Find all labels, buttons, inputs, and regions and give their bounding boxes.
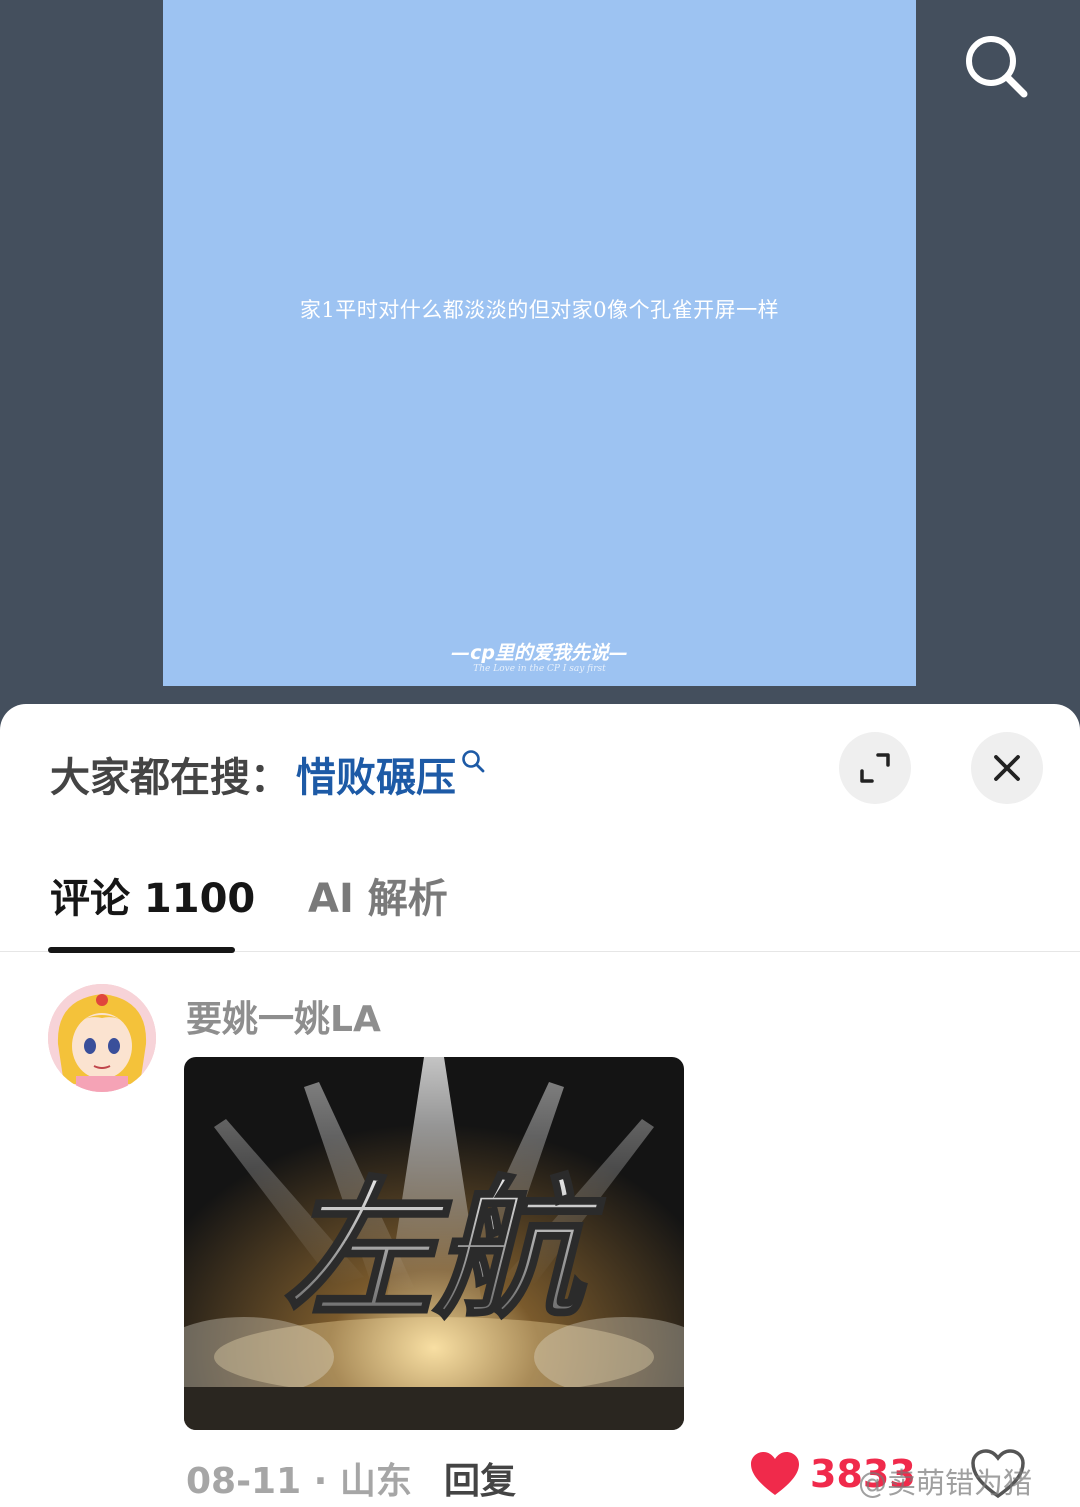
trending-search[interactable]: 大家都在搜： 惜败碾压 [50,744,486,804]
video-caption: 家1平时对什么都淡淡的但对家0像个孔雀开屏一样 [299,298,780,322]
weibo-watermark: @卖萌错为猪 [858,1466,1033,1500]
search-button[interactable] [958,28,1034,104]
avatar-image [48,984,156,1092]
tab-comments[interactable]: 评论 1100 [50,866,255,924]
video-player[interactable]: 家1平时对什么都淡淡的但对家0像个孔雀开屏一样 —cp里的爱我先说— The L… [0,0,1080,730]
video-watermark-sub: The Love in the CP I say first [473,664,606,674]
heart-icon [751,1452,799,1495]
comment-sheet: 大家都在搜： 惜败碾压 评论 1100 AI 解析 要姚一姚LA 左航 08-1… [0,704,1080,1507]
comment-date-location: 08-11 · 山东 [186,1461,412,1502]
trending-term[interactable]: 惜败碾压 [296,745,456,803]
spotlight-title-image: 左航 [184,1057,684,1430]
expand-button[interactable] [839,732,911,804]
video-watermark: —cp里的爱我先说— [451,642,628,664]
comment-username[interactable]: 要姚一姚LA [186,990,381,1042]
avatar[interactable] [48,984,156,1092]
search-icon [462,750,485,773]
close-button[interactable] [971,732,1043,804]
close-icon [994,755,1020,781]
search-icon [966,36,1028,98]
tab-bar: 评论 1100 AI 解析 [0,860,1080,953]
expand-icon [860,753,890,783]
tab-ai-analysis[interactable]: AI 解析 [308,866,448,924]
reply-button[interactable]: 回复 [444,1452,516,1504]
active-tab-indicator [48,947,235,953]
video-frame: 家1平时对什么都淡淡的但对家0像个孔雀开屏一样 —cp里的爱我先说— The L… [163,0,916,686]
comment-image[interactable]: 左航 [184,1057,684,1430]
trending-prefix: 大家都在搜： [50,755,290,801]
comment-image-text: 左航 [284,1164,605,1338]
